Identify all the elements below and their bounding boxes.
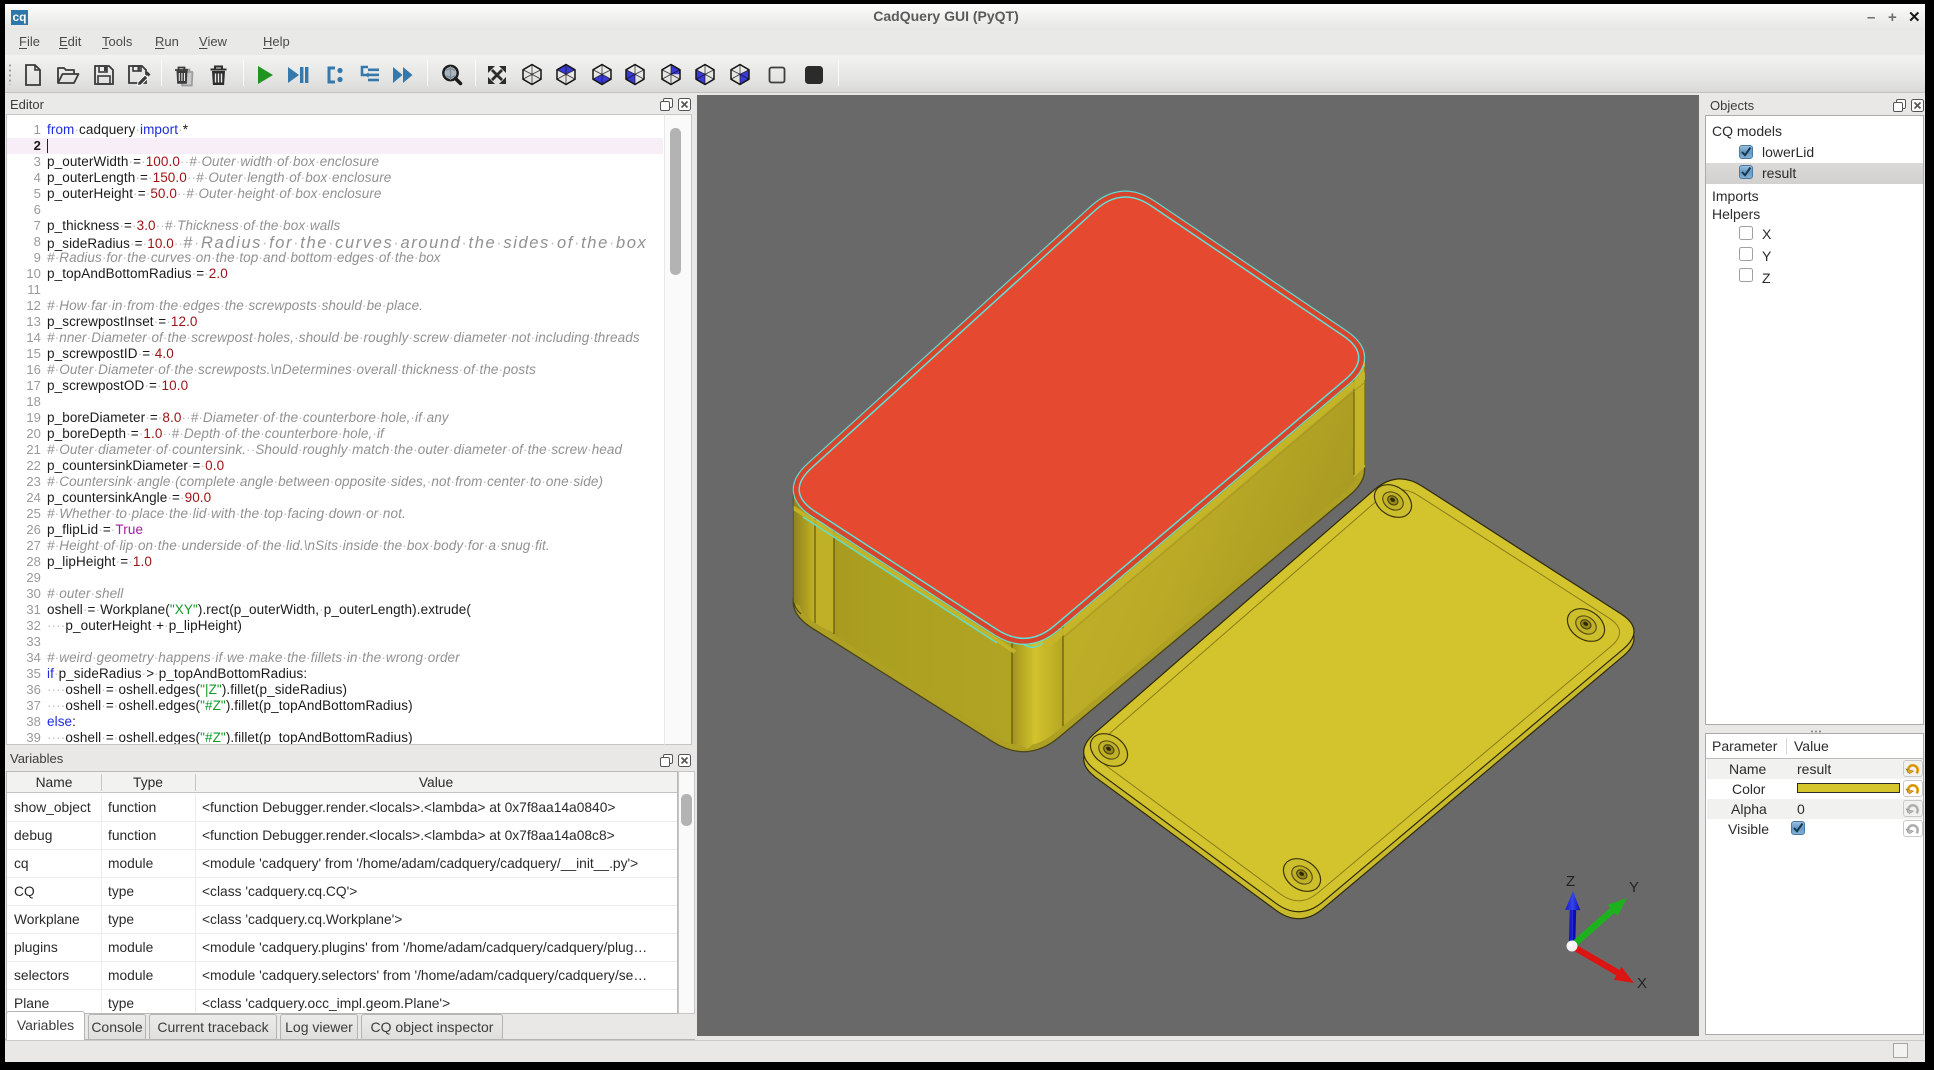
- svg-text:Y: Y: [1629, 879, 1639, 896]
- svg-text:X: X: [1637, 975, 1647, 992]
- svg-text:Z: Z: [1566, 873, 1575, 890]
